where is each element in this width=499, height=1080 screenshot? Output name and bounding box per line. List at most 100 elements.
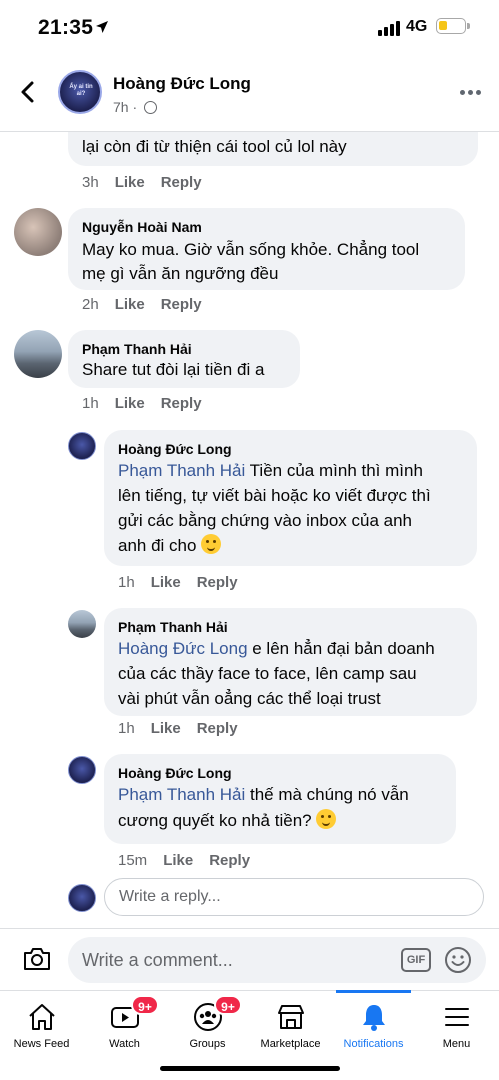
reply-text: của các thầy face to face, lên camp sau <box>118 664 417 683</box>
like-button[interactable]: Like <box>115 296 145 313</box>
like-button[interactable]: Like <box>151 574 181 591</box>
reply-line: Phạm Thanh Hải Tiền của mình thì mình <box>118 458 423 483</box>
reply-button[interactable]: Reply <box>161 296 202 313</box>
status-time: 21:35 <box>38 16 94 39</box>
like-button[interactable]: Like <box>115 395 145 412</box>
location-arrow-icon <box>96 21 108 33</box>
home-indicator <box>160 1066 340 1071</box>
tab-label: Notifications <box>343 1038 404 1050</box>
reply-text: gửi các bằng chứng vào inbox của anh <box>118 511 413 530</box>
zany-face-emoji-icon <box>201 534 222 554</box>
commenter-name[interactable]: Phạm Thanh Hải <box>118 618 228 636</box>
comment-time: 1h <box>82 395 99 412</box>
reply-button[interactable]: Reply <box>161 174 202 191</box>
tab-label: Watch <box>109 1038 140 1050</box>
comment-meta: 2h Like Reply <box>82 296 218 313</box>
post-time: 7h · <box>113 99 138 115</box>
comment-text: May ko mua. Giờ vẫn sống khỏe. Chẳng too… <box>82 240 420 259</box>
like-button[interactable]: Like <box>115 174 145 191</box>
comment-bubble: Phạm Thanh Hải Share tut đòi lại tiền đi… <box>68 330 300 388</box>
reply-meta: 15m Like Reply <box>118 852 266 869</box>
tab-groups[interactable]: 9+ Groups <box>166 991 249 1055</box>
post-header: Ấy ai tin ai? Hoàng Đức Long 7h · <box>0 60 499 132</box>
commenter-name[interactable]: Hoàng Đức Long <box>118 764 232 782</box>
reply-line: Hoàng Đức Long e lên hẳn đại bản doanh <box>118 636 435 661</box>
reply-input-box[interactable] <box>104 878 484 916</box>
avatar[interactable] <box>14 208 62 256</box>
mention-link[interactable]: Hoàng Đức Long <box>118 639 248 658</box>
reply-line: cương quyết ko nhả tiền? <box>118 808 337 833</box>
comment-meta: 3h Like Reply <box>82 174 218 191</box>
tab-label: Marketplace <box>260 1038 321 1050</box>
globe-icon <box>144 101 157 114</box>
mention-link[interactable]: Phạm Thanh Hải <box>118 461 245 480</box>
reply-meta: 1h Like Reply <box>118 720 254 737</box>
skeptical-face-emoji-icon <box>316 809 337 829</box>
comment-time: 2h <box>82 296 99 313</box>
reply-text: vài phút vẫn oẳng các thể loại trust <box>118 689 381 708</box>
reply-input[interactable] <box>105 879 483 915</box>
comment-input-box[interactable]: GIF <box>68 937 486 983</box>
avatar-text: Ấy ai tin ai? <box>69 84 93 97</box>
tab-label: Menu <box>442 1038 471 1050</box>
comment-input[interactable] <box>68 937 348 983</box>
reply-text: Tiền của mình thì mình <box>245 461 423 480</box>
mention-link[interactable]: Phạm Thanh Hải <box>118 785 245 804</box>
more-options-button[interactable] <box>460 90 482 96</box>
avatar[interactable] <box>68 756 96 784</box>
comment-meta: 1h Like Reply <box>82 395 218 412</box>
tab-notifications[interactable]: Notifications <box>332 990 415 1055</box>
comments-list: lại còn đi từ thiện cái tool củ lol này … <box>0 132 499 928</box>
comment-composer: GIF <box>0 928 499 990</box>
reply-line: anh đi cho <box>118 533 222 558</box>
my-avatar <box>68 884 96 912</box>
gif-button[interactable]: GIF <box>401 948 431 972</box>
tab-label: News Feed <box>13 1038 70 1050</box>
reply-time: 15m <box>118 852 148 869</box>
camera-icon[interactable] <box>22 946 52 972</box>
author-name[interactable]: Hoàng Đức Long <box>113 74 251 94</box>
comment-bubble: Nguyễn Hoài Nam May ko mua. Giờ vẫn sống… <box>68 208 465 290</box>
reply-line: Phạm Thanh Hải thế mà chúng nó vẫn <box>118 782 409 807</box>
reply-text: lên tiếng, tự viết bài hoặc ko viết được… <box>118 486 431 505</box>
menu-icon <box>445 1008 469 1026</box>
avatar[interactable] <box>14 330 62 378</box>
home-icon <box>29 1004 55 1030</box>
like-button[interactable]: Like <box>151 720 181 737</box>
reply-time: 1h <box>118 720 135 737</box>
like-button[interactable]: Like <box>163 852 193 869</box>
emoji-picker-icon[interactable] <box>444 946 472 974</box>
back-button[interactable] <box>16 80 40 104</box>
reply-button[interactable]: Reply <box>161 395 202 412</box>
reply-time: 1h <box>118 574 135 591</box>
reply-meta: 1h Like Reply <box>118 574 254 591</box>
battery-icon <box>436 18 466 34</box>
commenter-name[interactable]: Nguyễn Hoài Nam <box>82 218 202 236</box>
signal-icon <box>378 20 402 36</box>
comment-text: lại còn đi từ thiện cái tool củ lol này <box>82 137 347 156</box>
reply-bubble: Phạm Thanh Hải Hoàng Đức Long e lên hẳn … <box>104 608 477 716</box>
commenter-name[interactable]: Hoàng Đức Long <box>118 440 232 458</box>
reply-bubble: Hoàng Đức Long Phạm Thanh Hải thế mà chú… <box>104 754 456 844</box>
reply-text: cương quyết ko nhả tiền? <box>118 811 312 830</box>
status-bar: 21:35 4G <box>0 0 499 60</box>
tab-marketplace[interactable]: Marketplace <box>249 991 332 1055</box>
tab-watch[interactable]: 9+ Watch <box>83 991 166 1055</box>
network-type: 4G <box>406 18 428 35</box>
reply-button[interactable]: Reply <box>197 574 238 591</box>
watch-badge: 9+ <box>131 995 159 1015</box>
tab-menu[interactable]: Menu <box>415 991 498 1055</box>
author-avatar[interactable]: Ấy ai tin ai? <box>58 70 102 114</box>
reply-button[interactable]: Reply <box>209 852 250 869</box>
bell-icon <box>363 1005 385 1031</box>
tab-label: Groups <box>189 1038 226 1050</box>
reply-text: thế mà chúng nó vẫn <box>245 785 409 804</box>
commenter-name[interactable]: Phạm Thanh Hải <box>82 340 192 358</box>
avatar[interactable] <box>68 432 96 460</box>
reply-bubble: Hoàng Đức Long Phạm Thanh Hải Tiền của m… <box>104 430 477 566</box>
battery-cap <box>467 23 470 29</box>
groups-badge: 9+ <box>214 995 242 1015</box>
avatar[interactable] <box>68 610 96 638</box>
tab-news-feed[interactable]: News Feed <box>0 991 83 1055</box>
reply-button[interactable]: Reply <box>197 720 238 737</box>
